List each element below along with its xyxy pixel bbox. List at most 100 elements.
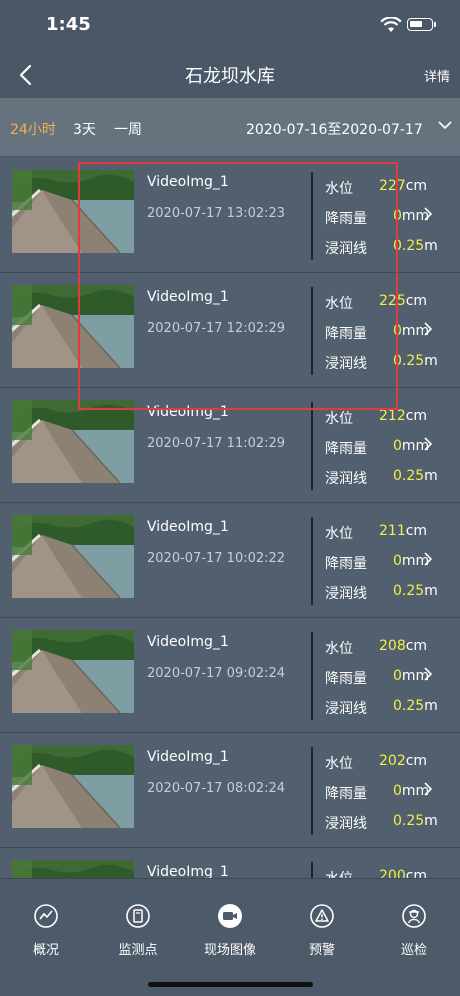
water-level-label: 水位: [325, 526, 353, 542]
tab-label: 概况: [32, 943, 59, 958]
divider: [311, 172, 313, 260]
battery-icon: [407, 18, 436, 31]
chevron-right-icon: [424, 437, 433, 451]
list-item[interactable]: VideoImg_1 2020-07-17 08:02:24 水位 202cm 降雨量 0…: [0, 733, 460, 848]
water-level-value: 225cm: [379, 293, 428, 309]
tab-warning[interactable]: 预警: [276, 903, 368, 958]
reservoir-thumbnail[interactable]: [12, 170, 134, 253]
overview-chart-icon: [34, 904, 58, 928]
divider: [311, 402, 313, 490]
image-timestamp: 2020-07-17 12:02:29: [147, 321, 286, 336]
water-level-label: 水位: [325, 641, 353, 657]
monitor-device-icon: [126, 904, 150, 928]
tab-patrol[interactable]: 巡检: [368, 903, 460, 958]
seepage-label: 浸润线: [325, 701, 367, 717]
seepage-value: 0.25m: [393, 238, 438, 254]
image-name: VideoImg_1: [147, 174, 229, 190]
list-item[interactable]: VideoImg_1水位200cm降雨量浸润线: [0, 848, 460, 878]
seepage-value: 0.25m: [393, 583, 438, 599]
water-level-label: 水位: [325, 181, 353, 197]
image-timestamp: 2020-07-17 09:02:24: [147, 666, 286, 681]
warning-triangle-icon: [310, 904, 334, 928]
chevron-right-icon: [424, 667, 433, 681]
chevron-right-icon: [424, 552, 433, 566]
water-level-value: 200cm: [379, 868, 428, 878]
chevron-right-icon: [424, 207, 433, 221]
seepage-label: 浸润线: [325, 241, 367, 257]
tab-site-images[interactable]: 现场图像: [184, 903, 276, 958]
divider: [311, 747, 313, 835]
water-level-label: 水位: [325, 756, 353, 772]
tab-monitor-points[interactable]: 监测点: [92, 903, 184, 958]
reservoir-thumbnail[interactable]: [12, 400, 134, 483]
page-title: 石龙坝水库: [185, 66, 275, 87]
rainfall-label: 降雨量: [325, 786, 367, 802]
image-name: VideoImg_1: [147, 404, 229, 420]
seepage-value: 0.25m: [393, 468, 438, 484]
water-level-label: 水位: [325, 411, 353, 427]
water-level-value: 227cm: [379, 178, 428, 194]
home-indicator: [148, 982, 313, 987]
rainfall-label: 降雨量: [325, 441, 367, 457]
seepage-value: 0.25m: [393, 353, 438, 369]
reservoir-thumbnail[interactable]: [12, 630, 134, 713]
list-item[interactable]: VideoImg_1 2020-07-17 11:02:29 水位 212cm 降雨量 0…: [0, 388, 460, 503]
chevron-down-icon[interactable]: [438, 120, 452, 130]
list-item[interactable]: VideoImg_1 2020-07-17 09:02:24 水位 208cm 降雨量 0…: [0, 618, 460, 733]
status-bar: 1:45: [0, 0, 460, 50]
water-level-value: 208cm: [379, 638, 428, 654]
reservoir-thumbnail[interactable]: [12, 745, 134, 828]
divider: [311, 517, 313, 605]
camera-video-icon: [218, 904, 242, 928]
image-timestamp: 2020-07-17 13:02:23: [147, 206, 286, 221]
image-timestamp: 2020-07-17 08:02:24: [147, 781, 286, 796]
seepage-label: 浸润线: [325, 586, 367, 602]
filter-week[interactable]: 一周: [114, 119, 142, 139]
seepage-label: 浸润线: [325, 356, 367, 372]
image-name: VideoImg_1: [147, 634, 229, 650]
status-time: 1:45: [46, 14, 91, 35]
rainfall-label: 降雨量: [325, 556, 367, 572]
image-record-list[interactable]: VideoImg_1 2020-07-17 13:02:23 水位 227cm 降雨量 0…: [0, 158, 460, 878]
seepage-label: 浸润线: [325, 471, 367, 487]
image-name: VideoImg_1: [147, 749, 229, 765]
image-timestamp: 2020-07-17 10:02:22: [147, 551, 286, 566]
time-filter-bar: 24小时 3天 一周 2020-07-16至2020-07-17: [0, 98, 460, 156]
reservoir-thumbnail[interactable]: [12, 285, 134, 368]
rainfall-label: 降雨量: [325, 211, 367, 227]
tab-overview[interactable]: 概况: [0, 903, 92, 958]
list-item[interactable]: VideoImg_1 2020-07-17 13:02:23 水位 227cm 降雨量 0…: [0, 158, 460, 273]
rainfall-label: 降雨量: [325, 326, 367, 342]
image-name: VideoImg_1: [147, 519, 229, 535]
date-range-selector[interactable]: 2020-07-16至2020-07-17: [246, 119, 423, 139]
filter-3days[interactable]: 3天: [73, 119, 96, 139]
wifi-icon: [380, 17, 402, 32]
chevron-right-icon: [424, 782, 433, 796]
patrol-inspector-icon: [402, 904, 426, 928]
seepage-value: 0.25m: [393, 813, 438, 829]
water-level-value: 202cm: [379, 753, 428, 769]
bottom-tab-bar: 概况 监测点 现场图像 预警 巡检: [0, 878, 460, 996]
list-item[interactable]: VideoImg_1 2020-07-17 10:02:22 水位 211cm 降雨量 0…: [0, 503, 460, 618]
reservoir-thumbnail[interactable]: [12, 515, 134, 598]
water-level-value: 211cm: [379, 523, 428, 539]
chevron-right-icon: [424, 322, 433, 336]
divider: [311, 287, 313, 375]
seepage-value: 0.25m: [393, 698, 438, 714]
detail-button[interactable]: 详情: [424, 66, 450, 85]
divider: [311, 862, 313, 878]
image-timestamp: 2020-07-17 11:02:29: [147, 436, 286, 451]
reservoir-thumbnail[interactable]: [12, 860, 134, 878]
image-name: VideoImg_1: [147, 864, 229, 878]
nav-bar: 石龙坝水库 详情: [0, 50, 460, 98]
water-level-value: 212cm: [379, 408, 428, 424]
tab-label: 预警: [308, 943, 335, 958]
water-level-label: 水位: [325, 868, 353, 878]
list-item[interactable]: VideoImg_1 2020-07-17 12:02:29 水位 225cm 降雨量 0…: [0, 273, 460, 388]
tab-label: 现场图像: [203, 943, 256, 958]
filter-24h[interactable]: 24小时: [10, 119, 56, 139]
tab-label: 巡检: [400, 943, 427, 958]
divider: [311, 632, 313, 720]
tab-label: 监测点: [118, 943, 158, 958]
seepage-label: 浸润线: [325, 816, 367, 832]
